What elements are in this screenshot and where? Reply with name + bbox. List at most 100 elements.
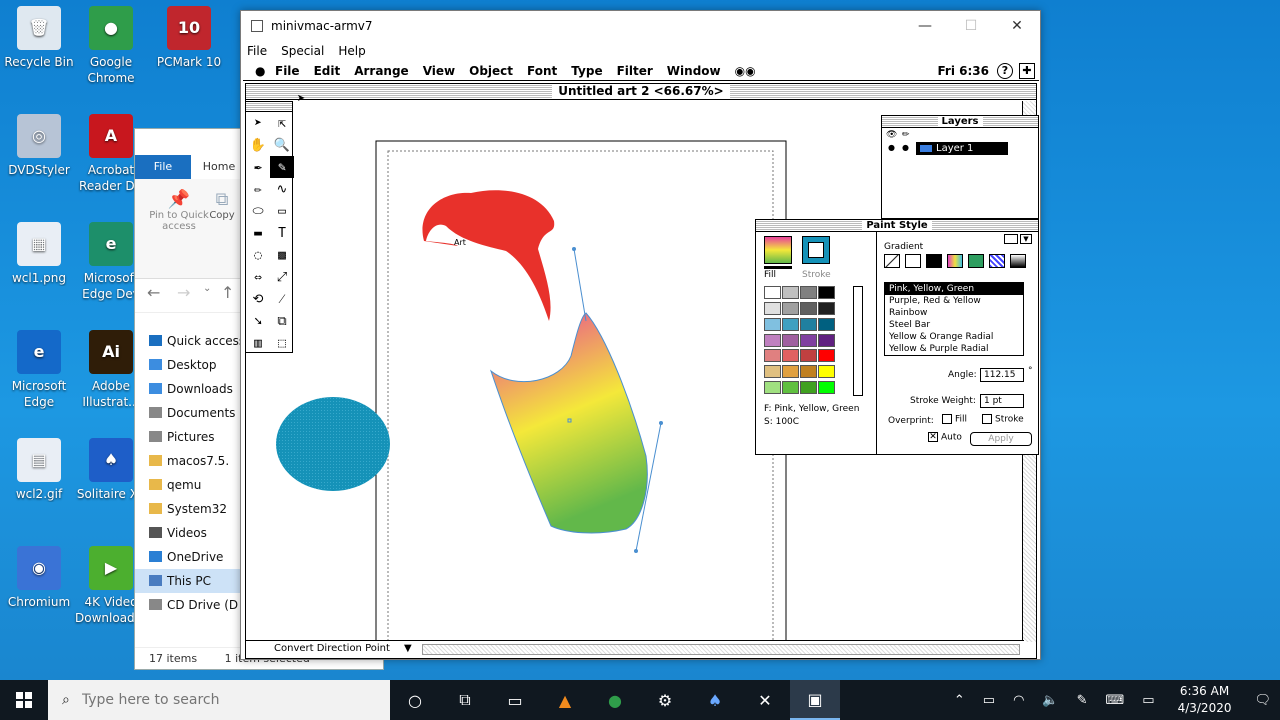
forward-arrow-icon[interactable]: → (177, 283, 190, 302)
horizontal-scrollbar[interactable]: Convert Direction Point ▼ (246, 640, 1024, 658)
tool-icon[interactable]: ✒ (246, 156, 270, 178)
paint-style-palette[interactable]: Paint Style Fill Stroke F: Pink, Yellow,… (755, 219, 1039, 455)
white-paint-button[interactable] (905, 254, 921, 268)
auto-checkbox[interactable]: ✕ Auto (928, 432, 962, 443)
color-swatch[interactable] (782, 381, 799, 395)
color-swatch[interactable] (800, 381, 817, 395)
mac-menu-item[interactable]: Font (527, 64, 557, 78)
mac-menu-item[interactable]: Arrange (354, 64, 409, 78)
anchor-point[interactable] (634, 549, 638, 553)
color-swatch[interactable] (782, 365, 799, 379)
toolbox-palette[interactable]: ➤ ⇱ ✋ 🔍 ✒ ✎ ✏ ∿ ⬭ ▭ ▬ T ◌ ▩ ⇔ ⤢ ⟲ ⁄ ➘ ⧉ ▥ ⬚ (245, 101, 294, 353)
color-swatch[interactable] (818, 286, 835, 299)
swatch-grid[interactable] (764, 286, 852, 396)
color-swatch[interactable] (818, 333, 835, 347)
tool-icon[interactable]: ⧉ (270, 310, 294, 332)
tool-icon[interactable]: ⟲ (246, 288, 270, 310)
color-swatch[interactable] (800, 286, 817, 299)
tool-icon[interactable]: ⇱ (270, 112, 294, 134)
mac-screen[interactable]: ● File Edit Arrange View Object Font Type Filte… (243, 61, 1039, 659)
gradient-list-item[interactable]: Steel Bar (885, 319, 1023, 331)
gradient-list[interactable]: Pink, Yellow, Green Purple, Red & Yellow R… (884, 282, 1024, 356)
desktop-icon[interactable]: ◉ Chromium (0, 546, 78, 610)
tool-icon[interactable]: ∿ (270, 178, 294, 200)
up-arrow-icon[interactable]: ↑ (221, 283, 234, 302)
chrome-app-icon[interactable]: ● (590, 680, 640, 720)
color-swatch[interactable] (818, 349, 835, 363)
tool-icon[interactable]: ➘ (246, 310, 270, 332)
application-menu-icon[interactable]: ✚ (1019, 62, 1035, 79)
editable-dot-icon[interactable]: ● (902, 143, 909, 152)
layer-row[interactable]: ● ● Layer 1 (882, 142, 1038, 155)
back-arrow-icon[interactable]: ← (147, 283, 160, 302)
mac-menu-item[interactable]: Edit (314, 64, 341, 78)
color-swatch[interactable] (800, 317, 817, 331)
process-color-button[interactable] (947, 254, 963, 268)
close-button[interactable]: ✕ (994, 18, 1040, 34)
custom-color-button[interactable] (968, 254, 984, 268)
color-swatch[interactable] (782, 317, 799, 331)
stroke-weight-field[interactable]: 1 pt (980, 394, 1024, 408)
tool-icon[interactable]: ✎ (270, 156, 294, 178)
show-hidden-icons-chevron-icon[interactable]: ⌃ (954, 693, 965, 708)
settings-gear-icon[interactable]: ⚙ (640, 680, 690, 720)
pattern-button[interactable] (989, 254, 1005, 268)
ribbon-tab-file[interactable]: File (135, 155, 191, 179)
gradient-list-item[interactable]: Pink, Yellow, Green (885, 283, 1023, 295)
overprint-stroke-checkbox[interactable]: Stroke (982, 414, 1024, 425)
terminal-app-icon[interactable]: ▭ (490, 680, 540, 720)
color-swatch[interactable] (818, 381, 835, 395)
emulator-menu-item[interactable]: Special (281, 44, 324, 58)
tool-icon[interactable]: ✏ (246, 178, 270, 200)
desktop-icon[interactable]: ▦ wcl1.png (0, 222, 78, 286)
toolbox-title-bar[interactable] (246, 102, 292, 112)
color-swatch[interactable] (782, 333, 799, 347)
notifications-icon[interactable]: 🗨 (1254, 693, 1271, 708)
layers-palette[interactable]: Layers 👁 ✏ ● ● Layer 1 (881, 115, 1039, 219)
display-icon[interactable]: ▭ (1142, 693, 1154, 708)
paint-style-title-bar[interactable]: Paint Style (756, 220, 1038, 232)
color-swatch[interactable] (764, 301, 781, 315)
anchor-point[interactable] (659, 421, 663, 425)
tool-icon[interactable]: ➤ (246, 112, 270, 134)
color-swatch[interactable] (800, 349, 817, 363)
color-swatch[interactable] (764, 317, 781, 331)
color-swatch[interactable] (764, 286, 781, 299)
visible-dot-icon[interactable]: ● (888, 143, 895, 152)
mac-menu-item[interactable]: Window (667, 64, 721, 78)
color-swatch[interactable] (782, 301, 799, 315)
color-swatch[interactable] (764, 333, 781, 347)
horizontal-scroll-track[interactable] (422, 644, 1020, 655)
color-swatch[interactable] (782, 349, 799, 363)
mac-menu-item[interactable]: File (275, 64, 300, 78)
color-swatch[interactable] (818, 365, 835, 379)
mac-menu-item[interactable]: Filter (617, 64, 653, 78)
emulator-menu-item[interactable]: Help (338, 44, 365, 58)
tool-icon[interactable]: ⇔ (246, 266, 270, 288)
tool-icon[interactable]: 🔍 (270, 134, 294, 156)
taskbar-search-box[interactable]: ⌕ (48, 680, 390, 720)
gradient-list-item[interactable]: Purple, Red & Yellow (885, 295, 1023, 307)
red-abstract-shape[interactable] (422, 190, 555, 321)
taskbar-clock[interactable]: 6:36 AM 4/3/2020 (1178, 683, 1232, 717)
desktop-icon[interactable]: 🗑 Recycle Bin (0, 6, 78, 70)
none-paint-button[interactable] (884, 254, 900, 268)
color-swatch[interactable] (764, 381, 781, 395)
color-swatch[interactable] (818, 317, 835, 331)
gradient-list-item[interactable]: Rainbow (885, 307, 1023, 319)
wifi-icon[interactable]: ◠ (1013, 693, 1024, 708)
blue-ellipse-shape[interactable] (276, 397, 390, 491)
tool-icon[interactable]: ⬭ (246, 200, 270, 222)
xming-app-icon[interactable]: ✕ (740, 680, 790, 720)
apple-menu-icon[interactable]: ● (255, 64, 275, 78)
tool-icon[interactable]: T (270, 222, 294, 244)
angle-field[interactable]: 112.15 (980, 368, 1024, 382)
mac-menu-item[interactable]: View (423, 64, 455, 78)
tool-icon[interactable]: ◌ (246, 244, 270, 266)
view-toggle-icon[interactable] (1004, 234, 1018, 244)
minimize-button[interactable]: — (902, 18, 948, 34)
balloon-help-icon[interactable]: ? (997, 62, 1013, 79)
battery-icon[interactable]: ▭ (983, 693, 995, 708)
status-popup-arrow-icon[interactable]: ▼ (404, 643, 412, 654)
desktop-icon[interactable]: ● Google Chrome (72, 6, 150, 86)
